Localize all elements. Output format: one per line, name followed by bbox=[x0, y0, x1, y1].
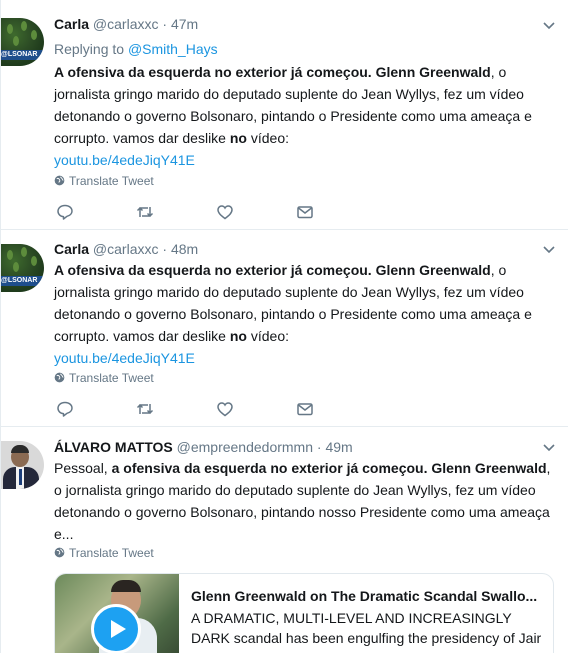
tweet-text: A ofensiva da esquerda no exterior já co… bbox=[54, 61, 554, 171]
chevron-down-icon[interactable] bbox=[542, 18, 556, 32]
card-title[interactable]: Glenn Greenwald on The Dramatic Scandal … bbox=[191, 586, 546, 606]
separator-dot: · bbox=[162, 16, 168, 32]
tweet-text-tail: vídeo: bbox=[246, 130, 289, 146]
like-icon[interactable] bbox=[216, 203, 234, 221]
card-description: A DRAMATIC, MULTI-LEVEL AND INCREASINGLY… bbox=[191, 610, 542, 646]
chevron-down-icon[interactable] bbox=[542, 440, 556, 454]
tweet-text-bold-2: no bbox=[229, 328, 247, 344]
author-name[interactable]: Carla bbox=[54, 241, 89, 257]
tweet-header: Carla @carlaxxc · 47m bbox=[54, 14, 198, 34]
tweet-text-bold: a ofensiva da esquerda no exterior já co… bbox=[111, 460, 547, 476]
author-handle[interactable]: @empreendedormmn bbox=[177, 439, 313, 455]
tweet-link[interactable]: youtu.be/4edeJiqY41E bbox=[54, 152, 195, 168]
timestamp[interactable]: 47m bbox=[171, 16, 198, 32]
author-name[interactable]: ÁLVARO MATTOS bbox=[54, 439, 173, 455]
avatar-caption: @LSONAR bbox=[1, 51, 38, 58]
tweet-text-tail: vídeo: bbox=[246, 328, 289, 344]
tweet-text-bold-2: no bbox=[229, 130, 247, 146]
avatar-caption: @LSONAR bbox=[1, 277, 38, 284]
tweet-text: Pessoal, a ofensiva da esquerda no exter… bbox=[54, 457, 554, 545]
tweet-timeline: @LSONAR Carla @carlaxxc · 47m Replying t… bbox=[0, 0, 568, 653]
avatar[interactable]: @LSONAR bbox=[1, 18, 44, 66]
globe-icon bbox=[54, 175, 65, 186]
chevron-down-icon[interactable] bbox=[542, 242, 556, 256]
timestamp[interactable]: 48m bbox=[171, 241, 198, 257]
tweet[interactable]: @LSONAR Carla @carlaxxc · 48m A ofensiva… bbox=[1, 230, 568, 427]
translate-tweet[interactable]: Translate Tweet bbox=[54, 545, 154, 561]
tweet-actions bbox=[54, 400, 354, 418]
separator-dot: · bbox=[162, 241, 168, 257]
translate-tweet[interactable]: Translate Tweet bbox=[54, 370, 154, 386]
tweet-link[interactable]: youtu.be/4edeJiqY41E bbox=[54, 350, 195, 366]
avatar[interactable]: @LSONAR bbox=[1, 244, 44, 292]
tweet-text-bold: A ofensiva da esquerda no exterior já co… bbox=[54, 262, 491, 278]
like-icon[interactable] bbox=[216, 400, 234, 418]
tweet-text: A ofensiva da esquerda no exterior já co… bbox=[54, 259, 554, 369]
retweet-icon[interactable] bbox=[136, 400, 154, 418]
reply-icon[interactable] bbox=[56, 203, 74, 221]
tweet[interactable]: @LSONAR Carla @carlaxxc · 47m Replying t… bbox=[1, 0, 568, 230]
separator-dot: · bbox=[316, 439, 322, 455]
play-icon[interactable] bbox=[91, 604, 141, 653]
tweet-header: Carla @carlaxxc · 48m bbox=[54, 239, 198, 259]
tweet-text-bold: A ofensiva da esquerda no exterior já co… bbox=[54, 64, 491, 80]
avatar[interactable] bbox=[1, 441, 44, 489]
translate-label: Translate Tweet bbox=[69, 174, 154, 188]
tweet-text-lead: Pessoal, bbox=[54, 460, 112, 476]
reply-icon[interactable] bbox=[56, 400, 74, 418]
tweet-header: ÁLVARO MATTOS @empreendedormmn · 49m bbox=[54, 437, 353, 457]
globe-icon bbox=[54, 547, 65, 558]
card-thumbnail[interactable] bbox=[55, 574, 179, 653]
author-name[interactable]: Carla bbox=[54, 16, 89, 32]
tweet-actions bbox=[54, 203, 354, 221]
translate-label: Translate Tweet bbox=[69, 371, 154, 385]
direct-message-icon[interactable] bbox=[296, 400, 314, 418]
translate-tweet[interactable]: Translate Tweet bbox=[54, 173, 154, 189]
link-preview-card[interactable]: Glenn Greenwald on The Dramatic Scandal … bbox=[54, 573, 554, 653]
author-handle[interactable]: @carlaxxc bbox=[93, 16, 159, 32]
reply-mention-link[interactable]: @Smith_Hays bbox=[128, 41, 218, 57]
reply-prefix: Replying to bbox=[54, 41, 128, 57]
globe-icon bbox=[54, 372, 65, 383]
direct-message-icon[interactable] bbox=[296, 203, 314, 221]
replying-to: Replying to @Smith_Hays bbox=[54, 39, 218, 59]
translate-label: Translate Tweet bbox=[69, 546, 154, 560]
timestamp[interactable]: 49m bbox=[325, 439, 352, 455]
retweet-icon[interactable] bbox=[136, 203, 154, 221]
author-handle[interactable]: @carlaxxc bbox=[93, 241, 159, 257]
